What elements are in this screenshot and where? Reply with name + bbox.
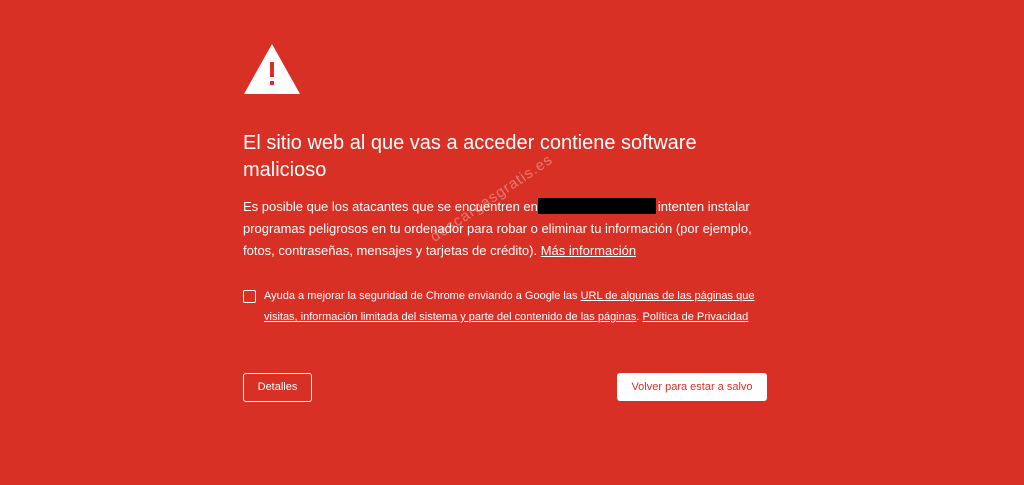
message-text-start: Es posible que los atacantes que se encu…: [243, 199, 538, 214]
improve-security-checkbox[interactable]: [243, 290, 256, 303]
redacted-site-name: [537, 198, 656, 214]
checkbox-separator: .: [636, 311, 640, 323]
warning-icon: [244, 44, 300, 94]
warning-message: Es posible que los atacantes que se encu…: [243, 196, 773, 262]
details-button[interactable]: Detalles: [243, 373, 312, 402]
checkbox-label: Ayuda a mejorar la seguridad de Chrome e…: [264, 286, 774, 328]
checkbox-text: Ayuda a mejorar la seguridad de Chrome e…: [264, 290, 578, 302]
interstitial-container: El sitio web al que vas a acceder contie…: [243, 0, 773, 485]
more-info-link[interactable]: Más información: [541, 243, 636, 258]
back-to-safety-button[interactable]: Volver para estar a salvo: [617, 373, 767, 401]
page-title: El sitio web al que vas a acceder contie…: [243, 132, 697, 181]
privacy-policy-link[interactable]: Política de Privacidad: [643, 311, 749, 323]
